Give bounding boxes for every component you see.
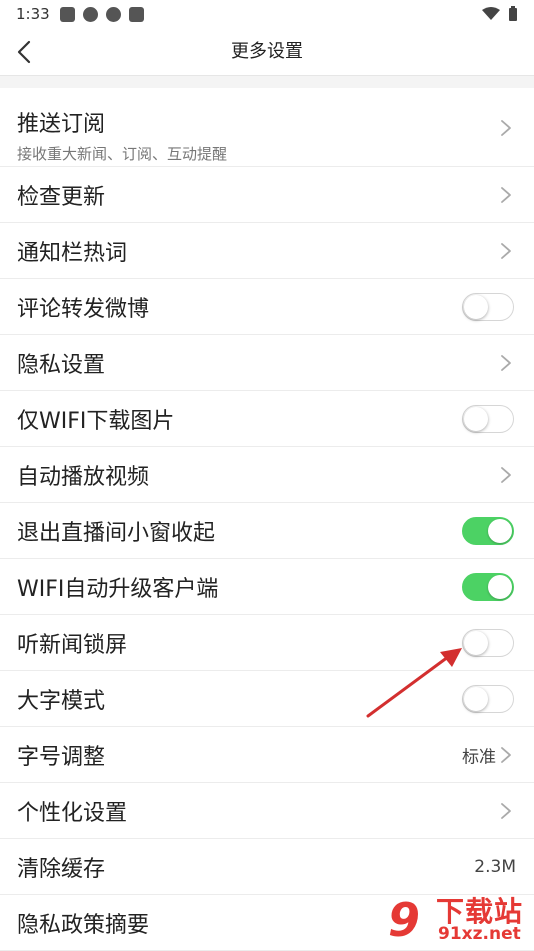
setting-label: 个性化设置 xyxy=(17,800,128,826)
toggle-knob xyxy=(464,294,488,319)
watermark-mark: 9 xyxy=(388,893,421,947)
setting-label: 隐私设置 xyxy=(17,352,106,378)
toggle-knob xyxy=(464,630,488,655)
toggle-switch[interactable] xyxy=(462,292,514,321)
setting-row-personal[interactable]: 个性化设置 xyxy=(0,783,534,839)
setting-row-big-font[interactable]: 大字模式 xyxy=(0,671,534,727)
page-title: 更多设置 xyxy=(231,41,303,62)
setting-label: 隐私政策摘要 xyxy=(17,912,150,938)
setting-label: 字号调整 xyxy=(17,744,106,770)
setting-label: 推送订阅 xyxy=(17,112,106,137)
chevron-right-icon xyxy=(500,186,512,204)
app-notification-icon xyxy=(82,6,98,22)
setting-sublabel: 接收重大新闻、订阅、互动提醒 xyxy=(17,145,228,163)
toggle-knob xyxy=(488,518,512,543)
setting-row-lockscreen[interactable]: 听新闻锁屏 xyxy=(0,615,534,671)
toggle-switch[interactable] xyxy=(462,572,514,601)
chevron-right-icon xyxy=(500,242,512,260)
setting-row-cache[interactable]: 清除缓存 2.3M xyxy=(0,839,534,895)
setting-label: 仅WIFI下载图片 xyxy=(17,408,175,434)
setting-row-autoplay[interactable]: 自动播放视频 xyxy=(0,447,534,503)
app-notification-icon xyxy=(128,6,144,22)
toggle-switch[interactable] xyxy=(462,404,514,433)
setting-label: 听新闻锁屏 xyxy=(17,632,128,658)
toggle-switch[interactable] xyxy=(462,628,514,657)
setting-row-wifi-image[interactable]: 仅WIFI下载图片 xyxy=(0,391,534,447)
battery-icon xyxy=(509,6,517,21)
nav-bar: 更多设置 xyxy=(0,28,534,76)
status-right xyxy=(482,6,518,22)
chevron-right-icon xyxy=(500,354,512,372)
toggle-switch[interactable] xyxy=(462,684,514,713)
setting-row-update[interactable]: 检查更新 xyxy=(0,167,534,223)
status-time: 1:33 xyxy=(16,5,50,23)
status-bar: 1:33 xyxy=(0,0,534,28)
setting-label: 检查更新 xyxy=(17,184,106,210)
watermark-logo: 9 下载站 91xz.net xyxy=(388,888,534,950)
setting-value: 2.3M xyxy=(474,856,516,877)
setting-value: 标准 xyxy=(462,747,496,767)
setting-row-wifi-upgrade[interactable]: WIFI自动升级客户端 xyxy=(0,559,534,615)
toggle-knob xyxy=(464,406,488,431)
section-divider xyxy=(0,76,534,88)
app-notification-icon xyxy=(59,6,75,22)
setting-label: 自动播放视频 xyxy=(17,464,150,490)
setting-row-font-size[interactable]: 字号调整 标准 xyxy=(0,727,534,783)
chevron-right-icon xyxy=(500,119,512,137)
toggle-knob xyxy=(464,686,488,711)
setting-label: 评论转发微博 xyxy=(17,296,150,322)
setting-label: 清除缓存 xyxy=(17,856,106,882)
setting-row-weibo[interactable]: 评论转发微博 xyxy=(0,279,534,335)
chevron-right-icon xyxy=(500,466,512,484)
setting-row-hotword[interactable]: 通知栏热词 xyxy=(0,223,534,279)
chevron-right-icon xyxy=(500,802,512,820)
setting-row-push[interactable]: 推送订阅接收重大新闻、订阅、互动提醒 xyxy=(0,88,534,167)
watermark-domain: 91xz.net xyxy=(436,924,523,944)
setting-label: 大字模式 xyxy=(17,688,106,714)
toggle-switch[interactable] xyxy=(462,516,514,545)
setting-row-privacy[interactable]: 隐私设置 xyxy=(0,335,534,391)
toggle-knob xyxy=(488,574,512,599)
setting-label: WIFI自动升级客户端 xyxy=(17,576,219,602)
settings-list: 推送订阅接收重大新闻、订阅、互动提醒检查更新通知栏热词评论转发微博 隐私设置仅WI… xyxy=(0,88,534,951)
setting-row-live-window[interactable]: 退出直播间小窗收起 xyxy=(0,503,534,559)
back-icon[interactable] xyxy=(12,38,36,66)
setting-label: 退出直播间小窗收起 xyxy=(17,520,216,546)
chevron-right-icon xyxy=(500,746,512,764)
wifi-icon xyxy=(482,7,500,20)
app-notification-icon xyxy=(105,6,121,22)
setting-label: 通知栏热词 xyxy=(17,240,128,266)
